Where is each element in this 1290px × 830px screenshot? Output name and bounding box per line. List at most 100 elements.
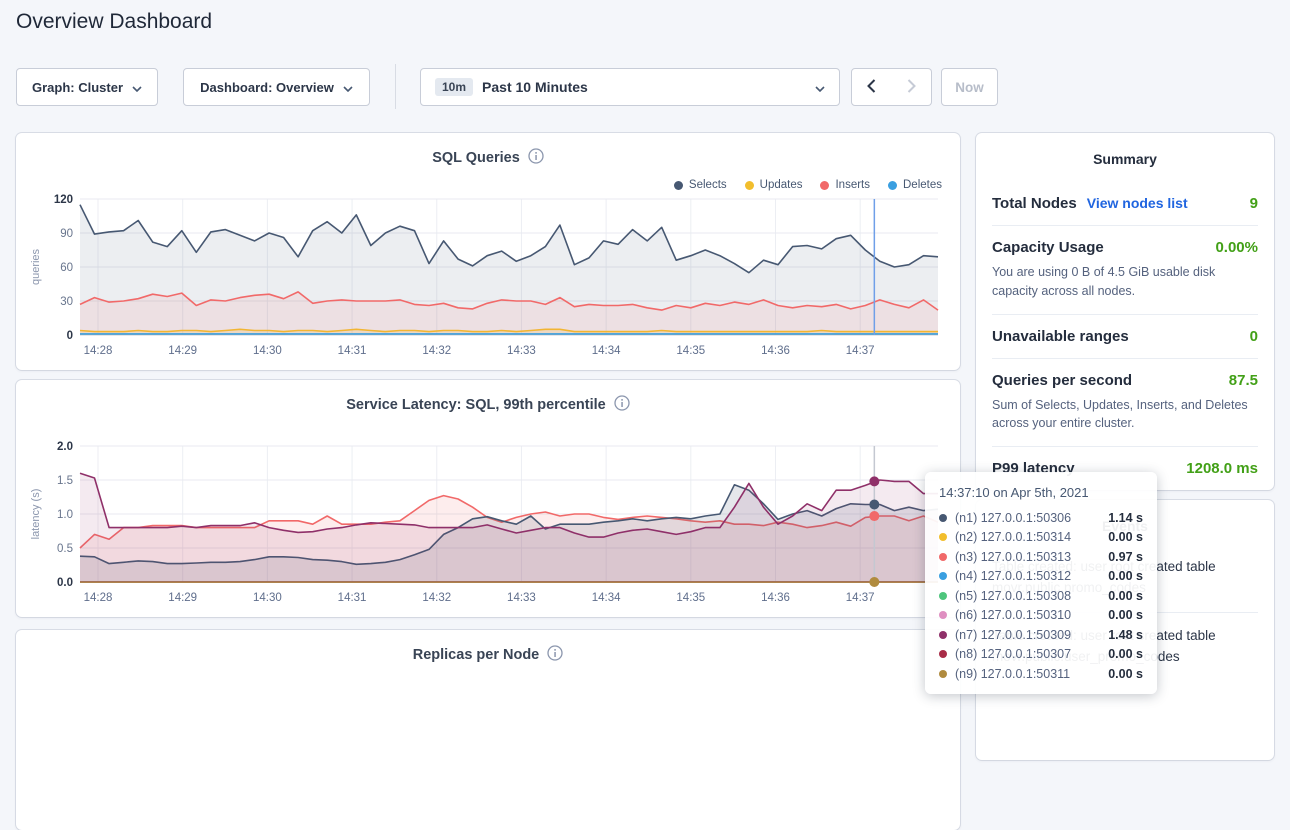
series-color-dot xyxy=(939,650,947,658)
tooltip-node-label: (n3) 127.0.0.1:50313 xyxy=(955,550,1071,564)
tooltip-node-label: (n8) 127.0.0.1:50307 xyxy=(955,647,1071,661)
info-icon[interactable] xyxy=(614,395,630,415)
time-range-badge: 10m xyxy=(435,78,473,96)
svg-text:14:30: 14:30 xyxy=(253,345,282,357)
summary-row-head: Queries per second 87.5 xyxy=(992,372,1258,389)
series-color-dot xyxy=(939,514,947,522)
tooltip-node-value: 0.00 s xyxy=(1108,608,1143,622)
tooltip-node-value: 0.00 s xyxy=(1108,647,1143,661)
chart-hover-tooltip: 14:37:10 on Apr 5th, 2021 (n1) 127.0.0.1… xyxy=(925,472,1157,694)
svg-text:14:35: 14:35 xyxy=(676,592,705,604)
summary-row-desc: You are using 0 B of 4.5 GiB usable disk… xyxy=(992,263,1258,301)
time-prev-button[interactable] xyxy=(851,68,892,106)
summary-rows: Total Nodes View nodes list 9 Capacity Usag… xyxy=(976,177,1274,490)
tooltip-node-label: (n5) 127.0.0.1:50308 xyxy=(955,589,1071,603)
series-color-dot xyxy=(939,611,947,619)
summary-panel: Summary Total Nodes View nodes list 9 Capac… xyxy=(976,133,1274,490)
tooltip-timestamp: 14:37:10 on Apr 5th, 2021 xyxy=(939,485,1143,500)
svg-text:14:31: 14:31 xyxy=(338,592,367,604)
svg-text:0: 0 xyxy=(67,330,73,342)
tooltip-row: (n7) 127.0.0.1:503091.48 s xyxy=(939,625,1143,645)
summary-row-label: Total Nodes xyxy=(992,195,1077,212)
service-latency-title: Service Latency: SQL, 99th percentile xyxy=(346,397,606,413)
svg-text:14:34: 14:34 xyxy=(592,345,621,357)
tooltip-node-label: (n6) 127.0.0.1:50310 xyxy=(955,608,1071,622)
svg-text:2.0: 2.0 xyxy=(57,441,73,453)
service-latency-card: Service Latency: SQL, 99th percentile 14… xyxy=(16,380,960,617)
series-color-dot xyxy=(939,631,947,639)
summary-row: Capacity Usage 0.00% You are using 0 B of … xyxy=(992,225,1258,314)
info-icon[interactable] xyxy=(547,645,563,665)
dashboard-dropdown[interactable]: Dashboard: Overview xyxy=(183,68,370,106)
tooltip-node-value: 0.97 s xyxy=(1108,550,1143,564)
svg-text:14:28: 14:28 xyxy=(84,345,113,357)
graph-dropdown-label: Graph: Cluster xyxy=(32,80,123,95)
summary-title: Summary xyxy=(976,133,1274,177)
info-icon[interactable] xyxy=(528,148,544,168)
chevron-right-icon xyxy=(907,79,916,96)
tooltip-node-value: 0.00 s xyxy=(1108,530,1143,544)
tooltip-node-value: 0.00 s xyxy=(1108,667,1143,681)
chevron-left-icon xyxy=(867,79,876,96)
tooltip-row: (n5) 127.0.0.1:50308 0.00 s xyxy=(939,586,1143,606)
tooltip-row: (n4) 127.0.0.1:503120.00 s xyxy=(939,567,1143,587)
tooltip-node-label: (n9) 127.0.0.1:50311 xyxy=(955,667,1070,681)
summary-row-label: Capacity Usage xyxy=(992,239,1104,256)
dashboard-dropdown-label: Dashboard: Overview xyxy=(200,80,334,95)
toolbar-divider xyxy=(395,64,396,109)
summary-row-head: Unavailable ranges0 xyxy=(992,328,1258,345)
series-color-dot xyxy=(939,592,947,600)
summary-row: Unavailable ranges0 xyxy=(992,314,1258,358)
svg-text:90: 90 xyxy=(60,228,73,240)
summary-row-label: Queries per second xyxy=(992,372,1132,389)
svg-text:14:32: 14:32 xyxy=(422,345,451,357)
svg-text:14:37: 14:37 xyxy=(846,592,875,604)
chevron-down-icon xyxy=(343,80,353,95)
sql-queries-card: SQL Queries SelectsUpdatesInsertsDeletes… xyxy=(16,133,960,370)
svg-text:1.0: 1.0 xyxy=(57,509,73,521)
chevron-down-icon xyxy=(815,79,825,95)
summary-row-value: 0.00% xyxy=(1215,239,1258,256)
tooltip-node-label: (n2) 127.0.0.1:50314 xyxy=(955,530,1071,544)
svg-text:120: 120 xyxy=(54,194,73,206)
summary-row-head: Total Nodes View nodes list 9 xyxy=(992,195,1258,212)
sql-queries-chart[interactable]: 14:2814:2914:3014:3114:3214:3314:3414:35… xyxy=(26,189,946,361)
summary-row: Queries per second87.5Sum of Selects, Up… xyxy=(992,358,1258,447)
svg-text:queries: queries xyxy=(30,248,42,285)
tooltip-row: (n1) 127.0.0.1:50306 1.14 s xyxy=(939,508,1143,528)
tooltip-row: (n3) 127.0.0.1:50313 0.97 s xyxy=(939,547,1143,567)
svg-text:14:30: 14:30 xyxy=(253,592,282,604)
tooltip-row: (n6) 127.0.0.1:50310 0.00 s xyxy=(939,606,1143,626)
tooltip-rows: (n1) 127.0.0.1:50306 1.14 s (n2) 127.0.0.1… xyxy=(939,508,1143,684)
svg-text:1.5: 1.5 xyxy=(57,475,73,487)
now-button[interactable]: Now xyxy=(941,68,998,106)
graph-dropdown[interactable]: Graph: Cluster xyxy=(16,68,158,106)
sql-queries-title: SQL Queries xyxy=(432,150,520,166)
tooltip-node-label: (n7) 127.0.0.1:50309 xyxy=(955,628,1071,642)
svg-text:14:35: 14:35 xyxy=(676,345,705,357)
tooltip-node-value: 0.00 s xyxy=(1108,589,1143,603)
tooltip-node-value: 1.14 s xyxy=(1108,511,1143,525)
time-range-dropdown[interactable]: 10m Past 10 Minutes xyxy=(420,68,840,106)
replicas-per-node-card: Replicas per Node xyxy=(16,630,960,830)
view-nodes-list-link[interactable]: View nodes list xyxy=(1087,195,1188,211)
time-next-button[interactable] xyxy=(891,68,932,106)
summary-row-value: 9 xyxy=(1250,195,1258,212)
summary-row-value: 87.5 xyxy=(1229,372,1258,389)
service-latency-chart[interactable]: 14:2814:2914:3014:3114:3214:3314:3414:35… xyxy=(26,436,946,608)
svg-text:60: 60 xyxy=(60,262,73,274)
tooltip-row: (n2) 127.0.0.1:50314 0.00 s xyxy=(939,528,1143,548)
summary-row-value: 0 xyxy=(1250,328,1258,345)
chevron-down-icon xyxy=(132,80,142,95)
svg-text:latency (s): latency (s) xyxy=(30,489,42,540)
svg-text:14:28: 14:28 xyxy=(84,592,113,604)
svg-text:14:36: 14:36 xyxy=(761,345,790,357)
svg-text:14:33: 14:33 xyxy=(507,592,536,604)
svg-text:14:37: 14:37 xyxy=(846,345,875,357)
replicas-per-node-title: Replicas per Node xyxy=(413,647,540,663)
svg-text:14:33: 14:33 xyxy=(507,345,536,357)
svg-text:0.5: 0.5 xyxy=(57,543,73,555)
svg-text:14:36: 14:36 xyxy=(761,592,790,604)
tooltip-node-label: (n1) 127.0.0.1:50306 xyxy=(955,511,1071,525)
summary-row-head: Capacity Usage 0.00% xyxy=(992,239,1258,256)
